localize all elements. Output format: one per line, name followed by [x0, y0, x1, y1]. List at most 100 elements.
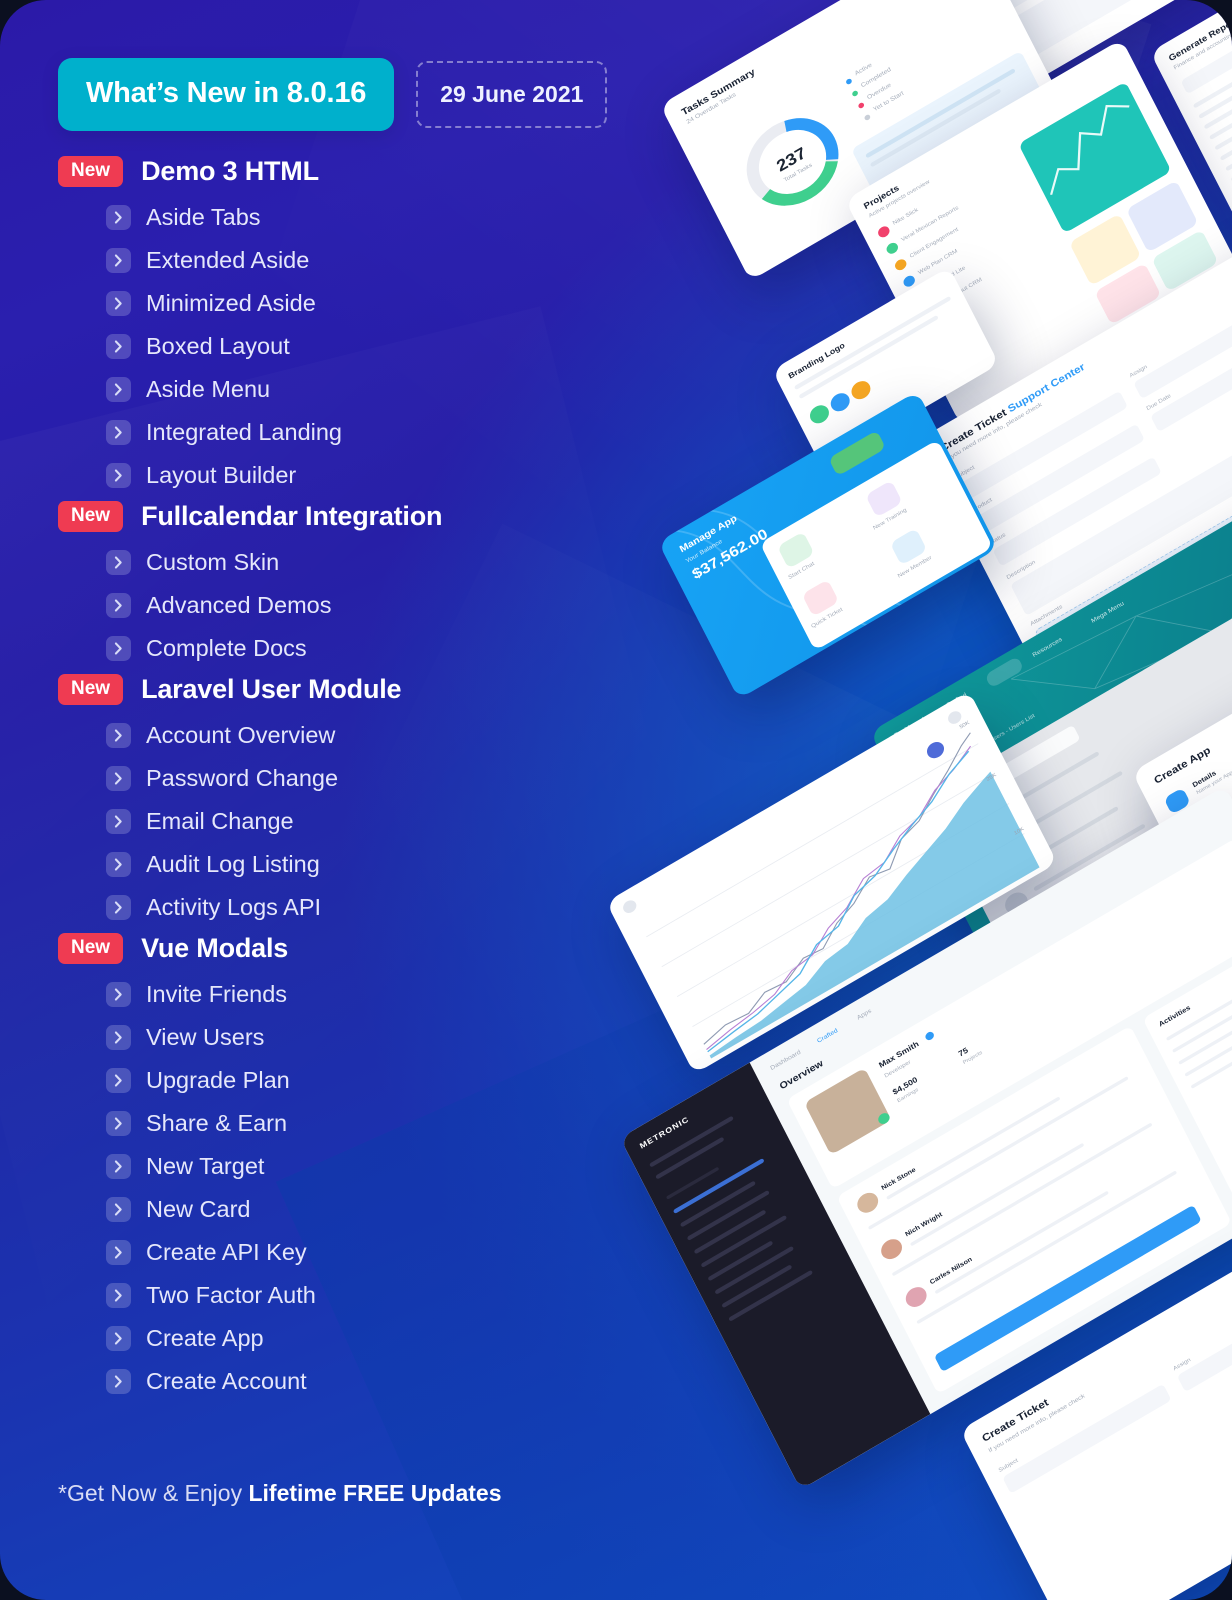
feature-list-item[interactable]: Create Account	[106, 1360, 638, 1403]
chevron-right-icon	[106, 1326, 131, 1351]
section-header: New Demo 3 HTML	[58, 156, 638, 187]
feature-list-item[interactable]: Layout Builder	[106, 454, 638, 497]
feature-label: New Card	[146, 1196, 251, 1222]
footnote: *Get Now & Enjoy Lifetime FREE Updates	[58, 1480, 502, 1507]
feature-list-item[interactable]: Audit Log Listing	[106, 843, 638, 886]
svg-text:50K: 50K	[959, 720, 971, 730]
chevron-right-icon	[106, 420, 131, 445]
feature-label: Create Account	[146, 1368, 307, 1394]
feature-label: New Target	[146, 1153, 265, 1179]
chevron-right-icon	[106, 377, 131, 402]
section-title: Fullcalendar Integration	[141, 501, 443, 531]
feature-label: Layout Builder	[146, 462, 297, 488]
feature-section: New Vue Modals Invite Friends View Users Upg…	[58, 933, 638, 1403]
feature-list-item[interactable]: New Card	[106, 1188, 638, 1231]
footnote-strong: Lifetime FREE Updates	[248, 1480, 502, 1506]
chevron-right-icon	[106, 248, 131, 273]
feature-list-item[interactable]: Integrated Landing	[106, 411, 638, 454]
new-badge: New	[58, 674, 124, 705]
chevron-right-icon	[106, 1111, 131, 1136]
feature-label: Activity Logs API	[146, 894, 322, 920]
feature-label: View Users	[146, 1024, 265, 1050]
chevron-right-icon	[106, 1154, 131, 1179]
feature-section: New Fullcalendar Integration Custom Skin Ad…	[58, 501, 638, 670]
feature-label: Integrated Landing	[146, 419, 342, 445]
feature-sections: New Demo 3 HTML Aside Tabs Extended Aside Mi…	[58, 156, 638, 1407]
chevron-right-icon	[106, 1197, 131, 1222]
chevron-right-icon	[106, 1240, 131, 1265]
feature-list-item[interactable]: Upgrade Plan	[106, 1059, 638, 1102]
feature-list-item[interactable]: Custom Skin	[106, 541, 638, 584]
release-date-badge: 29 June 2021	[416, 61, 608, 128]
feature-list-item[interactable]: Create API Key	[106, 1231, 638, 1274]
new-badge: New	[58, 501, 124, 532]
section-header: New Vue Modals	[58, 933, 638, 964]
chevron-right-icon	[106, 1068, 131, 1093]
feature-label: Upgrade Plan	[146, 1067, 290, 1093]
chevron-right-icon	[106, 766, 131, 791]
feature-label: Custom Skin	[146, 549, 280, 575]
feature-label: Email Change	[146, 808, 294, 834]
chevron-right-icon	[106, 550, 131, 575]
feature-label: Aside Menu	[146, 376, 271, 402]
feature-list-item[interactable]: Boxed Layout	[106, 325, 638, 368]
feature-label: Aside Tabs	[146, 204, 261, 230]
feature-list-item[interactable]: Aside Menu	[106, 368, 638, 411]
feature-list-item[interactable]: Create App	[106, 1317, 638, 1360]
feature-list-item[interactable]: Two Factor Auth	[106, 1274, 638, 1317]
section-title: Demo 3 HTML	[141, 156, 319, 186]
feature-list-item[interactable]: Password Change	[106, 757, 638, 800]
section-header: New Fullcalendar Integration	[58, 501, 638, 532]
section-header: New Laravel User Module	[58, 674, 638, 705]
chevron-right-icon	[106, 334, 131, 359]
feature-label: Invite Friends	[146, 981, 288, 1007]
feature-list-item[interactable]: Account Overview	[106, 714, 638, 757]
feature-label: Create API Key	[146, 1239, 307, 1265]
feature-list-item[interactable]: Activity Logs API	[106, 886, 638, 929]
chevron-right-icon	[106, 205, 131, 230]
feature-section: New Laravel User Module Account Overview Pa…	[58, 674, 638, 929]
feature-list-item[interactable]: Minimized Aside	[106, 282, 638, 325]
feature-list-item[interactable]: Aside Tabs	[106, 196, 638, 239]
feature-label: Account Overview	[146, 722, 336, 748]
feature-section: New Demo 3 HTML Aside Tabs Extended Aside Mi…	[58, 156, 638, 497]
new-badge: New	[58, 156, 124, 187]
changelog-panel: What’s New in 8.0.16 29 June 2021 New Dem…	[0, 0, 650, 1600]
chevron-right-icon	[106, 1025, 131, 1050]
feature-label: Extended Aside	[146, 247, 310, 273]
chevron-right-icon	[106, 463, 131, 488]
feature-list-item[interactable]: View Users	[106, 1016, 638, 1059]
feature-list-item[interactable]: Share & Earn	[106, 1102, 638, 1145]
chevron-right-icon	[106, 593, 131, 618]
section-title: Vue Modals	[141, 933, 289, 963]
chevron-right-icon	[106, 852, 131, 877]
chevron-right-icon	[106, 291, 131, 316]
feature-list-item[interactable]: Advanced Demos	[106, 584, 638, 627]
feature-label: Share & Earn	[146, 1110, 288, 1136]
feature-label: Password Change	[146, 765, 339, 791]
feature-list-item[interactable]: Email Change	[106, 800, 638, 843]
whats-new-poster: How to use Metronic with Bo... Support N…	[0, 0, 1232, 1600]
feature-list: Invite Friends View Users Upgrade Plan Shar…	[58, 973, 638, 1403]
version-badge: What’s New in 8.0.16	[58, 58, 395, 131]
feature-list: Custom Skin Advanced Demos Complete Docs	[58, 541, 638, 670]
chevron-right-icon	[106, 1369, 131, 1394]
chevron-right-icon	[106, 1283, 131, 1308]
new-badge: New	[58, 933, 124, 964]
feature-list-item[interactable]: Extended Aside	[106, 239, 638, 282]
chevron-right-icon	[106, 809, 131, 834]
feature-label: Create App	[146, 1325, 264, 1351]
feature-list-item[interactable]: Invite Friends	[106, 973, 638, 1016]
feature-list: Account Overview Password Change Email Cha…	[58, 714, 638, 929]
feature-label: Two Factor Auth	[146, 1282, 316, 1308]
chevron-right-icon	[106, 723, 131, 748]
footnote-prefix: *Get Now & Enjoy	[58, 1480, 249, 1506]
feature-label: Audit Log Listing	[146, 851, 320, 877]
chevron-right-icon	[106, 636, 131, 661]
feature-label: Boxed Layout	[146, 333, 290, 359]
feature-label: Advanced Demos	[146, 592, 332, 618]
feature-label: Minimized Aside	[146, 290, 316, 316]
feature-list-item[interactable]: Complete Docs	[106, 627, 638, 670]
feature-list-item[interactable]: New Target	[106, 1145, 638, 1188]
chevron-right-icon	[106, 895, 131, 920]
